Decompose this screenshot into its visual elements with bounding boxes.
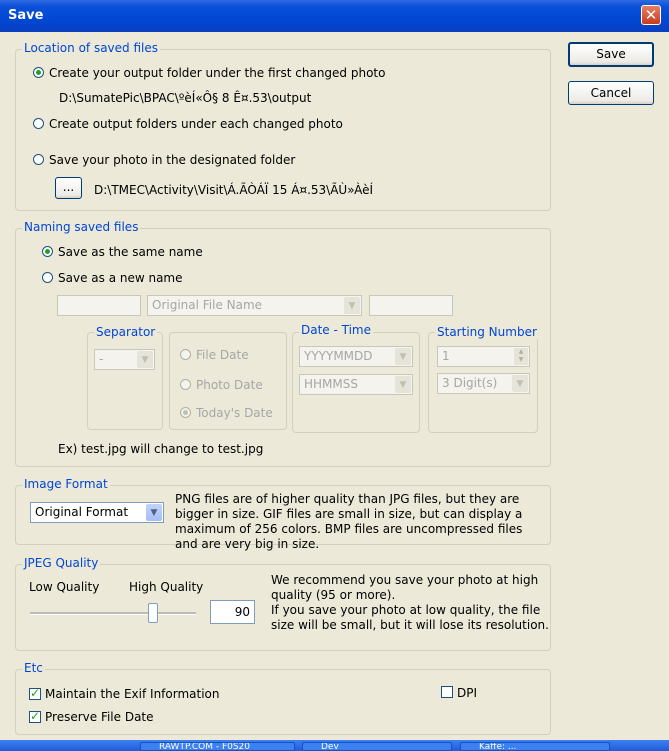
label-designated-folder[interactable]: Save your photo in the designated folder	[49, 153, 295, 167]
separator-select-value: -	[99, 352, 104, 366]
name-select[interactable]: Original File Name ▼	[147, 295, 362, 316]
label-photo-date[interactable]: Photo Date	[196, 378, 263, 392]
taskbar-item[interactable]: Dev	[302, 742, 452, 751]
location-legend: Location of saved files	[22, 41, 160, 55]
close-icon: ✕	[644, 6, 658, 24]
close-button[interactable]: ✕	[641, 5, 661, 25]
radio-same-name[interactable]	[42, 246, 53, 257]
exif-label[interactable]: Maintain the Exif Information	[45, 687, 220, 701]
taskbar-item[interactable]: Kaffe: ...	[460, 742, 610, 751]
chevron-down-icon: ▼	[137, 351, 153, 368]
chevron-down-icon: ▼	[512, 375, 528, 392]
separator-select[interactable]: - ▼	[94, 349, 155, 370]
browse-button[interactable]: ...	[55, 177, 82, 199]
image-format-description: PNG files are of higher quality than JPG…	[175, 492, 523, 551]
label-same-name[interactable]: Save as the same name	[58, 245, 203, 259]
quality-slider-thumb[interactable]	[148, 603, 158, 623]
dpi-label[interactable]: DPI	[457, 686, 477, 700]
separator-group	[87, 332, 163, 430]
jpeg-quality-legend: JPEG Quality	[22, 556, 101, 570]
save-button[interactable]: Save	[568, 42, 654, 67]
chevron-down-icon: ▼	[344, 297, 360, 314]
etc-group	[15, 669, 551, 735]
date-format-select[interactable]: YYYYMMDD ▼	[299, 346, 413, 367]
window-title: Save	[8, 8, 44, 23]
spinner-icon[interactable]: ▲ ▼	[514, 348, 528, 365]
datetime-legend: Date - Time	[299, 323, 374, 337]
exif-checkbox[interactable]	[29, 686, 41, 700]
radio-file-date[interactable]	[180, 349, 191, 360]
digits-select[interactable]: 3 Digit(s) ▼	[437, 373, 530, 394]
preserve-date-checkbox[interactable]	[29, 709, 41, 723]
separator-legend: Separator	[94, 325, 158, 339]
chevron-down-icon: ▼	[395, 376, 411, 393]
cancel-button[interactable]: Cancel	[568, 81, 654, 105]
etc-legend: Etc	[22, 661, 45, 675]
preserve-date-label[interactable]: Preserve File Date	[45, 710, 154, 724]
dpi-checkbox[interactable]	[441, 686, 453, 698]
time-format-value: HHMMSS	[304, 377, 358, 391]
low-quality-label: Low Quality	[29, 580, 100, 594]
high-quality-label: High Quality	[129, 580, 204, 594]
time-format-select[interactable]: HHMMSS ▼	[299, 374, 413, 395]
title-bar[interactable]: Save ✕	[0, 0, 669, 32]
radio-designated-folder[interactable]	[33, 154, 44, 165]
naming-legend: Naming saved files	[22, 220, 141, 234]
start-number-input[interactable]: 1 ▲ ▼	[437, 346, 530, 367]
image-format-legend: Image Format	[22, 477, 110, 491]
first-photo-path: D:\SumatePic\BPAC\ºèÍ«Ô§ 8 Ê¤.53\output	[59, 91, 312, 105]
label-first-photo[interactable]: Create your output folder under the firs…	[49, 66, 385, 80]
prefix-input[interactable]	[57, 295, 141, 316]
starting-number-legend: Starting Number	[435, 325, 539, 339]
name-select-value: Original File Name	[152, 298, 263, 312]
jpeg-quality-description: We recommend you save your photo at high…	[271, 573, 549, 632]
date-format-value: YYYYMMDD	[304, 349, 373, 363]
quality-slider-track[interactable]	[30, 612, 196, 615]
radio-each-photo[interactable]	[33, 118, 44, 129]
label-file-date[interactable]: File Date	[196, 348, 249, 362]
digits-value: 3 Digit(s)	[442, 376, 498, 390]
chevron-down-icon: ▼	[146, 504, 162, 521]
naming-example: Ex) test.jpg will change to test.jpg	[58, 442, 264, 456]
quality-value-input[interactable]: 90	[210, 600, 255, 624]
start-number-value: 1	[442, 349, 450, 363]
suffix-input[interactable]	[369, 295, 453, 316]
label-todays-date[interactable]: Today's Date	[196, 406, 273, 420]
taskbar-item[interactable]: RAWTP.COM - F0S20	[140, 742, 295, 751]
image-format-select[interactable]: Original Format ▼	[30, 502, 164, 523]
label-each-photo[interactable]: Create output folders under each changed…	[49, 117, 343, 131]
image-format-value: Original Format	[35, 505, 129, 519]
radio-photo-date[interactable]	[180, 379, 191, 390]
radio-todays-date[interactable]	[180, 407, 191, 418]
chevron-down-icon: ▼	[395, 348, 411, 365]
radio-first-photo[interactable]	[33, 67, 44, 78]
radio-new-name[interactable]	[42, 272, 53, 283]
label-new-name[interactable]: Save as a new name	[58, 271, 183, 285]
designated-folder-path: D:\TMEC\Activity\Visit\Á.ÃÒÁÏ 15 Á¤.53\Ã…	[94, 183, 374, 197]
